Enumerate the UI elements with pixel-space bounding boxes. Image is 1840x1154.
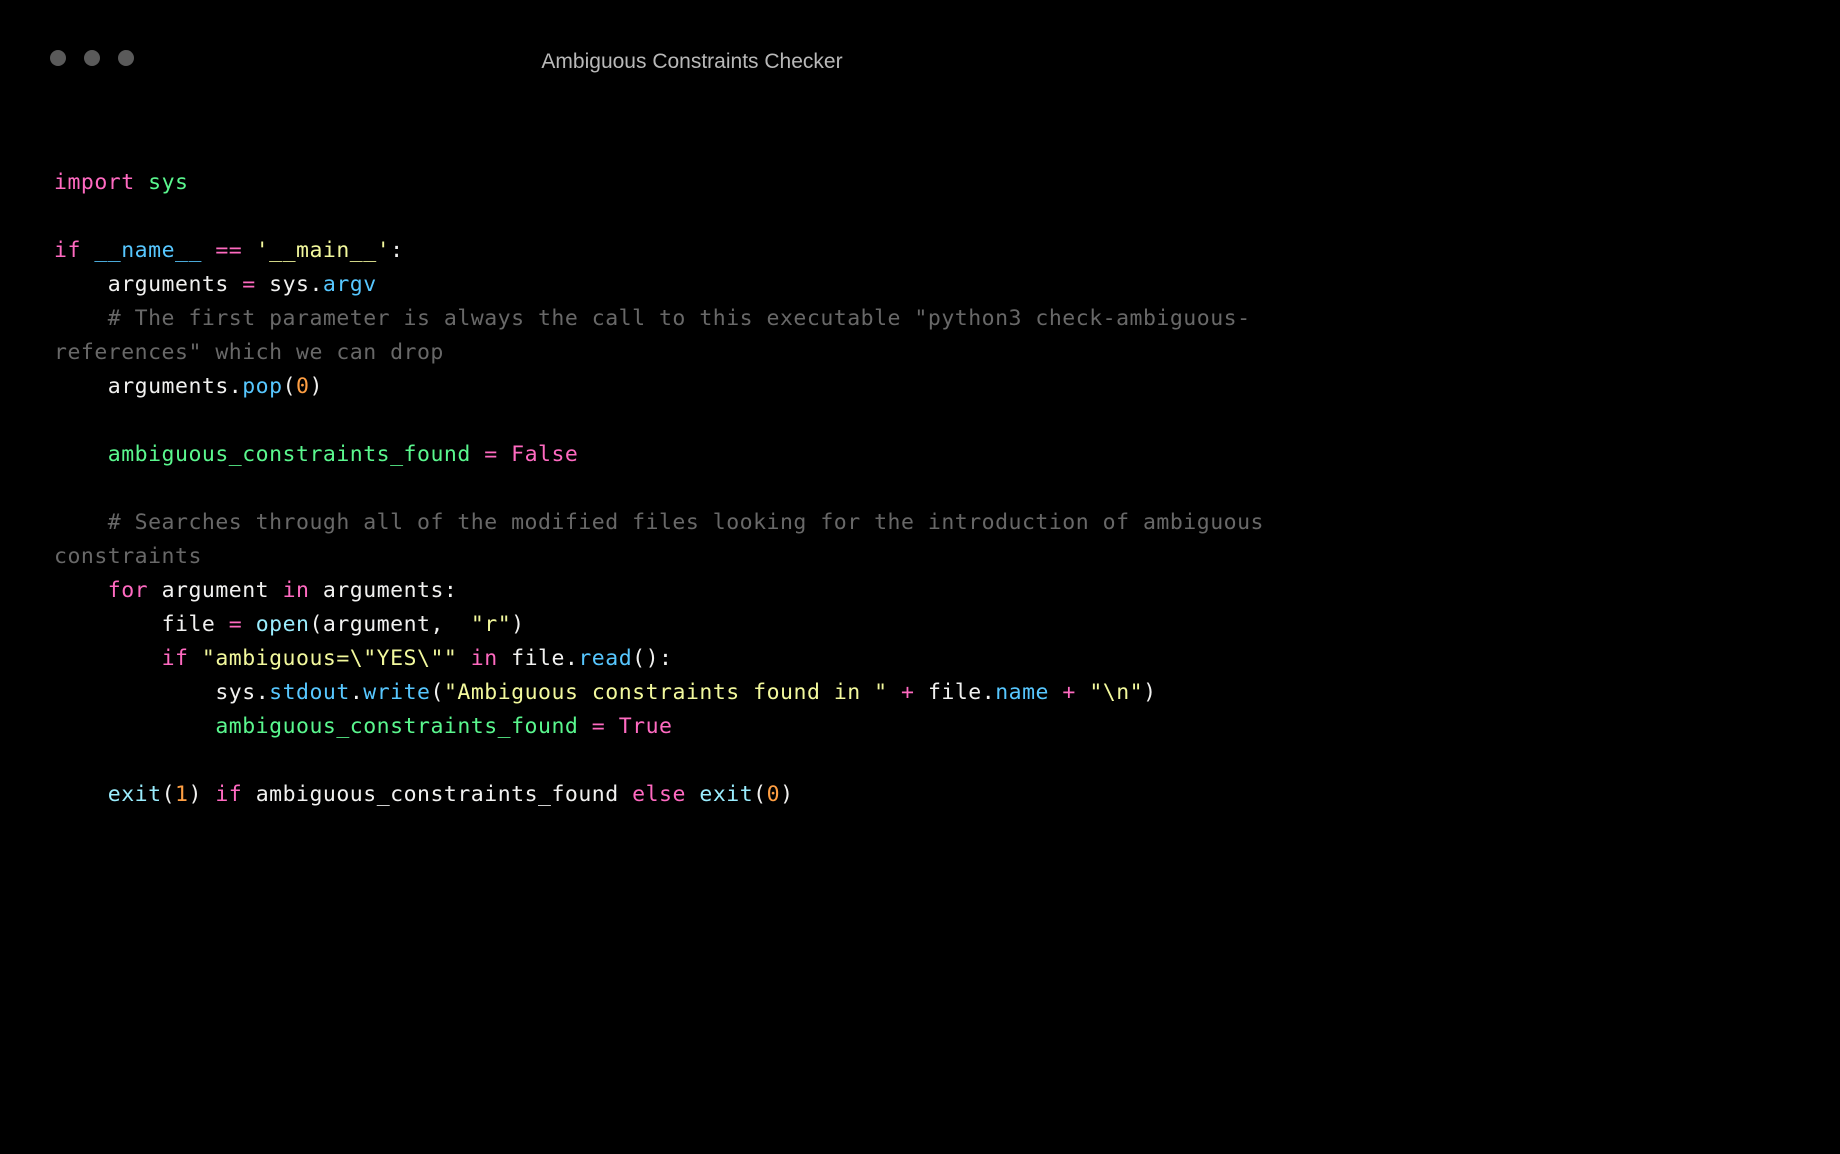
maximize-window-button[interactable] [118, 50, 134, 66]
code-token: __name__ [94, 238, 202, 263]
code-token: if [202, 782, 256, 807]
code-token: file [928, 680, 982, 705]
code-token: if [54, 238, 81, 263]
code-token: sys [148, 170, 188, 195]
code-indent [54, 306, 108, 331]
code-token: ) [1143, 680, 1156, 705]
code-token: . [309, 272, 322, 297]
code-token: "r" [471, 612, 511, 637]
code-token: ambiguous_constraints_found [256, 782, 619, 807]
code-token: '__main__' [256, 238, 390, 263]
code-token: arguments [108, 374, 229, 399]
editor-window: Ambiguous Constraints Checker import sys… [0, 0, 1384, 832]
code-token: pop [242, 374, 282, 399]
code-token: else [619, 782, 700, 807]
code-token: stdout [269, 680, 350, 705]
window-title: Ambiguous Constraints Checker [541, 50, 842, 74]
code-token: "ambiguous=\"YES\"" [188, 646, 457, 671]
code-token: ) [188, 782, 201, 807]
code-indent [54, 646, 162, 671]
code-token: in [283, 578, 310, 603]
code-token: ambiguous_constraints_found [215, 714, 578, 739]
code-indent [54, 374, 108, 399]
code-token: sys [215, 680, 255, 705]
code-token: if [162, 646, 189, 671]
titlebar: Ambiguous Constraints Checker [0, 0, 1384, 56]
code-token: : [444, 578, 457, 603]
traffic-lights [50, 50, 134, 66]
code-token: name [995, 680, 1049, 705]
code-token: argv [323, 272, 377, 297]
code-token: "\n" [1089, 680, 1143, 705]
code-token: + [1049, 680, 1089, 705]
code-token: + [888, 680, 928, 705]
code-token: write [363, 680, 430, 705]
code-token: 0 [296, 374, 309, 399]
code-token: . [350, 680, 363, 705]
code-indent [54, 680, 215, 705]
code-token: ) [511, 612, 524, 637]
code-token: file [162, 612, 216, 637]
code-token: = [578, 714, 618, 739]
code-token: "Ambiguous constraints found in " [444, 680, 888, 705]
code-token: . [229, 374, 242, 399]
code-token: = [215, 612, 255, 637]
code-token: ) [780, 782, 793, 807]
code-token: arguments [108, 272, 229, 297]
code-comment: # The first parameter is always the call… [54, 306, 1251, 365]
code-token: import [54, 170, 135, 195]
code-token: , [430, 612, 470, 637]
code-token: ( [309, 612, 322, 637]
code-token: . [256, 680, 269, 705]
code-token: ( [753, 782, 766, 807]
code-token: ambiguous_constraints_found [108, 442, 471, 467]
code-token: argument [148, 578, 282, 603]
code-token: . [982, 680, 995, 705]
code-token: 0 [767, 782, 780, 807]
code-indent [54, 510, 108, 535]
code-token: () [632, 646, 659, 671]
code-token: exit [699, 782, 753, 807]
code-token: open [256, 612, 310, 637]
code-token: for [108, 578, 148, 603]
code-indent [54, 782, 108, 807]
code-indent [54, 272, 108, 297]
code-token: 1 [175, 782, 188, 807]
code-indent [54, 714, 215, 739]
code-token: in [457, 646, 511, 671]
code-token: arguments [309, 578, 443, 603]
code-token: : [390, 238, 403, 263]
minimize-window-button[interactable] [84, 50, 100, 66]
code-indent [54, 612, 162, 637]
code-editor[interactable]: import sys if __name__ == '__main__': ar… [0, 56, 1384, 832]
code-token: . [565, 646, 578, 671]
code-token: file [511, 646, 565, 671]
code-token: exit [108, 782, 162, 807]
code-token: ( [162, 782, 175, 807]
code-indent [54, 442, 108, 467]
code-token: : [659, 646, 672, 671]
code-token: read [578, 646, 632, 671]
code-token: False [511, 442, 578, 467]
code-token: ( [283, 374, 296, 399]
code-token: sys [269, 272, 309, 297]
code-token: ( [431, 680, 444, 705]
code-token: == [215, 238, 242, 263]
code-token: argument [323, 612, 431, 637]
code-token: True [619, 714, 673, 739]
code-token: ) [309, 374, 322, 399]
code-comment: # Searches through all of the modified f… [54, 510, 1277, 569]
code-token: = [471, 442, 511, 467]
code-indent [54, 578, 108, 603]
close-window-button[interactable] [50, 50, 66, 66]
code-token: = [229, 272, 269, 297]
